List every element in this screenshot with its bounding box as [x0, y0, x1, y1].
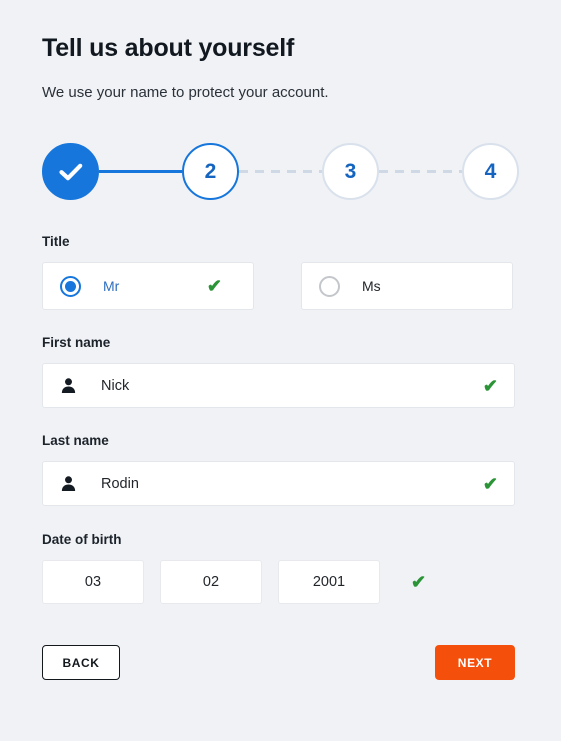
dob-year-input[interactable]: 2001 [278, 560, 380, 604]
date-of-birth-label: Date of birth [42, 532, 122, 547]
page-subtitle: We use your name to protect your account… [42, 84, 329, 101]
person-icon [61, 476, 76, 492]
radio-dot [65, 280, 76, 292]
first-name-field-group: First name Nick ✔ [42, 335, 519, 408]
title-option-ms-label: Ms [362, 278, 381, 294]
first-name-valid-check-icon: ✔ [482, 375, 498, 396]
date-of-birth-row: 03 02 2001 ✔ [42, 560, 519, 604]
dob-day-input[interactable]: 03 [42, 560, 144, 604]
first-name-value: Nick [101, 377, 130, 394]
step-2-current[interactable]: 2 [182, 143, 239, 200]
last-name-field-group: Last name Rodin ✔ [42, 433, 519, 506]
title-option-mr-label: Mr [103, 278, 120, 294]
dob-month-input[interactable]: 02 [160, 560, 262, 604]
radio-selected-icon [60, 275, 81, 297]
signup-page: Tell us about yourself We use your name … [0, 0, 561, 741]
title-option-mr[interactable]: Mr ✔ [42, 262, 254, 310]
last-name-label: Last name [42, 433, 109, 448]
stepper-connector-3 [379, 170, 462, 173]
form-actions: BACK NEXT [42, 645, 515, 680]
radio-unselected-icon [319, 275, 340, 297]
person-icon [61, 378, 76, 394]
title-option-ms[interactable]: Ms [301, 262, 513, 310]
step-3-upcoming[interactable]: 3 [322, 143, 379, 200]
stepper-connector-1 [99, 170, 182, 173]
first-name-label: First name [42, 335, 111, 350]
check-icon [58, 163, 82, 180]
title-valid-check-icon: ✔ [206, 276, 222, 296]
step-4-upcoming[interactable]: 4 [462, 143, 519, 200]
stepper-connector-2 [239, 170, 322, 173]
progress-stepper: 2 3 4 [42, 143, 519, 200]
page-title: Tell us about yourself [42, 34, 295, 62]
first-name-input[interactable]: Nick ✔ [42, 363, 515, 408]
title-radio-row: Mr ✔ Ms [42, 262, 519, 310]
last-name-input[interactable]: Rodin ✔ [42, 461, 515, 506]
date-of-birth-valid-check-icon: ✔ [411, 572, 427, 592]
back-button[interactable]: BACK [42, 645, 120, 680]
last-name-value: Rodin [101, 475, 139, 492]
title-field-group: Title Mr ✔ Ms [42, 234, 519, 310]
date-of-birth-field-group: Date of birth 03 02 2001 ✔ [42, 532, 519, 604]
next-button[interactable]: NEXT [435, 645, 515, 680]
last-name-valid-check-icon: ✔ [482, 473, 498, 494]
step-1-completed[interactable] [42, 143, 99, 200]
title-label: Title [42, 234, 70, 249]
